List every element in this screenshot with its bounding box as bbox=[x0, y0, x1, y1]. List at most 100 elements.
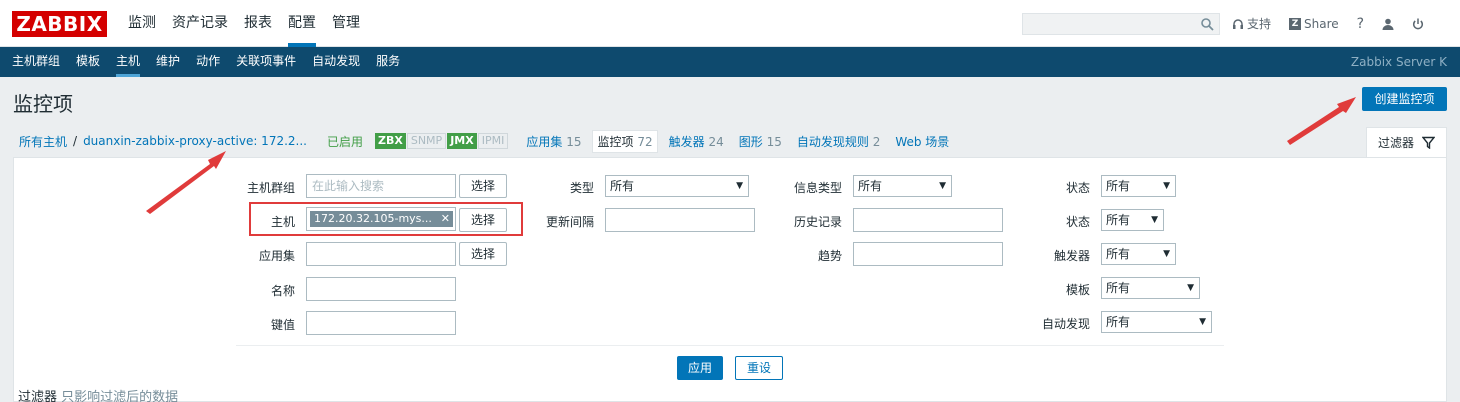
dropdown-arrow-icon: ▼ bbox=[1163, 181, 1170, 191]
help-label: ? bbox=[1356, 15, 1365, 32]
highlight-box bbox=[249, 202, 523, 236]
application-label: 应用集 bbox=[258, 249, 295, 263]
history-input[interactable] bbox=[853, 208, 1003, 232]
interface-jmx-badge: JMX bbox=[447, 133, 477, 149]
help-link[interactable]: ? bbox=[1357, 16, 1364, 32]
key-label: 键值 bbox=[270, 318, 295, 332]
interface-snmp-badge: SNMP bbox=[406, 133, 447, 149]
status-select-value: 所有 bbox=[1106, 213, 1131, 227]
breadcrumb: 所有主机 / duanxin-zabbix-proxy-active: 172.… bbox=[19, 129, 964, 153]
reset-button[interactable]: 重设 bbox=[735, 356, 783, 380]
filter-divider bbox=[236, 345, 1224, 346]
state-select[interactable]: 所有 ▼ bbox=[1101, 175, 1176, 197]
sub-menu-correlation[interactable]: 关联项事件 bbox=[228, 47, 304, 77]
type-select-value: 所有 bbox=[610, 179, 635, 193]
profile-link[interactable] bbox=[1382, 18, 1394, 30]
tab-items[interactable]: 监控项 72 bbox=[592, 129, 658, 153]
top-links: 支持 Z Share ? bbox=[1232, 0, 1442, 47]
zabbix-share-icon: Z bbox=[1289, 17, 1302, 30]
share-link[interactable]: Z Share bbox=[1289, 17, 1339, 31]
main-menu-administration[interactable]: 管理 bbox=[324, 0, 368, 47]
tab-applications[interactable]: 应用集 15 bbox=[526, 133, 581, 150]
filter-footer-muted: 只影响过滤后的数据 bbox=[61, 390, 179, 402]
create-item-button[interactable]: 创建监控项 bbox=[1362, 87, 1447, 111]
state-label: 状态 bbox=[1065, 181, 1090, 195]
main-menu-monitoring[interactable]: 监测 bbox=[120, 0, 164, 47]
sub-menu-templates[interactable]: 模板 bbox=[68, 47, 108, 77]
history-label: 历史记录 bbox=[793, 215, 842, 229]
support-link[interactable]: 支持 bbox=[1232, 15, 1271, 32]
host-group-select-button[interactable]: 选择 bbox=[459, 174, 507, 198]
tab-triggers[interactable]: 触发器 24 bbox=[669, 133, 724, 150]
main-menu: 监测 资产记录 报表 配置 管理 bbox=[120, 0, 368, 47]
funnel-icon bbox=[1422, 136, 1435, 149]
sub-menu-discovery[interactable]: 自动发现 bbox=[304, 47, 368, 77]
search-icon[interactable] bbox=[1200, 17, 1214, 31]
filter-tab-label: 过滤器 bbox=[1377, 136, 1414, 150]
filter-footer-bold: 过滤器 bbox=[18, 390, 58, 402]
interface-ipmi-badge: IPMI bbox=[477, 133, 509, 149]
top-bar: ZABBIX 监测 资产记录 报表 配置 管理 支持 Z Share ? bbox=[0, 0, 1460, 47]
sub-menu-bar: 主机群组 模板 主机 维护 动作 关联项事件 自动发现 服务 Zabbix Se… bbox=[0, 47, 1460, 77]
application-input[interactable] bbox=[306, 242, 456, 266]
host-group-label: 主机群组 bbox=[246, 181, 295, 195]
breadcrumb-separator: / bbox=[73, 134, 78, 148]
sub-menu-host-groups[interactable]: 主机群组 bbox=[4, 47, 68, 77]
update-interval-input[interactable] bbox=[605, 208, 755, 232]
status-select[interactable]: 所有 ▼ bbox=[1101, 209, 1164, 231]
update-interval-label: 更新间隔 bbox=[545, 215, 594, 229]
triggers-select[interactable]: 所有 ▼ bbox=[1101, 243, 1176, 265]
power-icon bbox=[1413, 18, 1424, 29]
tab-discovery-rules[interactable]: 自动发现规则 2 bbox=[797, 133, 880, 150]
application-select-button[interactable]: 选择 bbox=[459, 242, 507, 266]
template-select[interactable]: 所有 ▼ bbox=[1101, 277, 1200, 299]
trends-input[interactable] bbox=[853, 242, 1003, 266]
support-label: 支持 bbox=[1247, 17, 1272, 31]
host-group-input[interactable]: 在此输入搜索 bbox=[306, 174, 456, 198]
filter-toggle-tab[interactable]: 过滤器 bbox=[1366, 127, 1447, 157]
type-select[interactable]: 所有 ▼ bbox=[605, 175, 749, 197]
dropdown-arrow-icon: ▼ bbox=[1151, 215, 1158, 225]
sub-menu-actions[interactable]: 动作 bbox=[188, 47, 228, 77]
dropdown-arrow-icon: ▼ bbox=[736, 181, 743, 191]
user-icon bbox=[1382, 18, 1394, 30]
breadcrumb-host[interactable]: duanxin-zabbix-proxy-active: 172.2... bbox=[83, 134, 307, 148]
state-select-value: 所有 bbox=[1106, 179, 1131, 193]
apply-button[interactable]: 应用 bbox=[677, 356, 723, 380]
main-menu-configuration[interactable]: 配置 bbox=[280, 0, 324, 47]
name-input[interactable] bbox=[306, 277, 456, 301]
annotation-arrow-right bbox=[1287, 97, 1356, 145]
sub-menu-hosts[interactable]: 主机 bbox=[108, 47, 148, 77]
main-menu-inventory[interactable]: 资产记录 bbox=[164, 0, 236, 47]
dropdown-arrow-icon: ▼ bbox=[1163, 249, 1170, 259]
interface-zbx-badge: ZBX bbox=[375, 133, 406, 149]
share-label: Share bbox=[1304, 16, 1339, 31]
template-select-value: 所有 bbox=[1106, 281, 1131, 295]
sub-menu: 主机群组 模板 主机 维护 动作 关联项事件 自动发现 服务 bbox=[4, 47, 408, 77]
sub-menu-maintenance[interactable]: 维护 bbox=[148, 47, 188, 77]
triggers-select-value: 所有 bbox=[1106, 247, 1131, 261]
info-type-select[interactable]: 所有 ▼ bbox=[853, 175, 952, 197]
key-input[interactable] bbox=[306, 311, 456, 335]
tab-web-scenarios[interactable]: Web 场景 bbox=[895, 133, 949, 150]
trends-label: 趋势 bbox=[817, 249, 842, 263]
host-status[interactable]: 已启用 bbox=[327, 133, 363, 150]
info-type-select-value: 所有 bbox=[858, 179, 883, 193]
page-title: 监控项 bbox=[13, 92, 73, 116]
dropdown-arrow-icon: ▼ bbox=[939, 181, 946, 191]
global-search-input[interactable] bbox=[1022, 13, 1220, 35]
host-tabs: 应用集 15 监控项 72 触发器 24 图形 15 自动发现规则 2 Web … bbox=[526, 129, 964, 153]
dropdown-arrow-icon: ▼ bbox=[1187, 283, 1194, 293]
info-type-label: 信息类型 bbox=[793, 181, 842, 195]
main-menu-reports[interactable]: 报表 bbox=[236, 0, 280, 47]
logout-link[interactable] bbox=[1412, 18, 1424, 30]
sub-menu-services[interactable]: 服务 bbox=[368, 47, 408, 77]
breadcrumb-all-hosts[interactable]: 所有主机 bbox=[19, 133, 67, 150]
discovery-select[interactable]: 所有 ▼ bbox=[1101, 311, 1212, 333]
status-label: 状态 bbox=[1065, 215, 1090, 229]
zabbix-logo[interactable]: ZABBIX bbox=[12, 11, 107, 37]
dropdown-arrow-icon: ▼ bbox=[1199, 317, 1206, 327]
triggers-label: 触发器 bbox=[1053, 249, 1090, 263]
template-label: 模板 bbox=[1065, 283, 1090, 297]
tab-graphs[interactable]: 图形 15 bbox=[739, 133, 782, 150]
